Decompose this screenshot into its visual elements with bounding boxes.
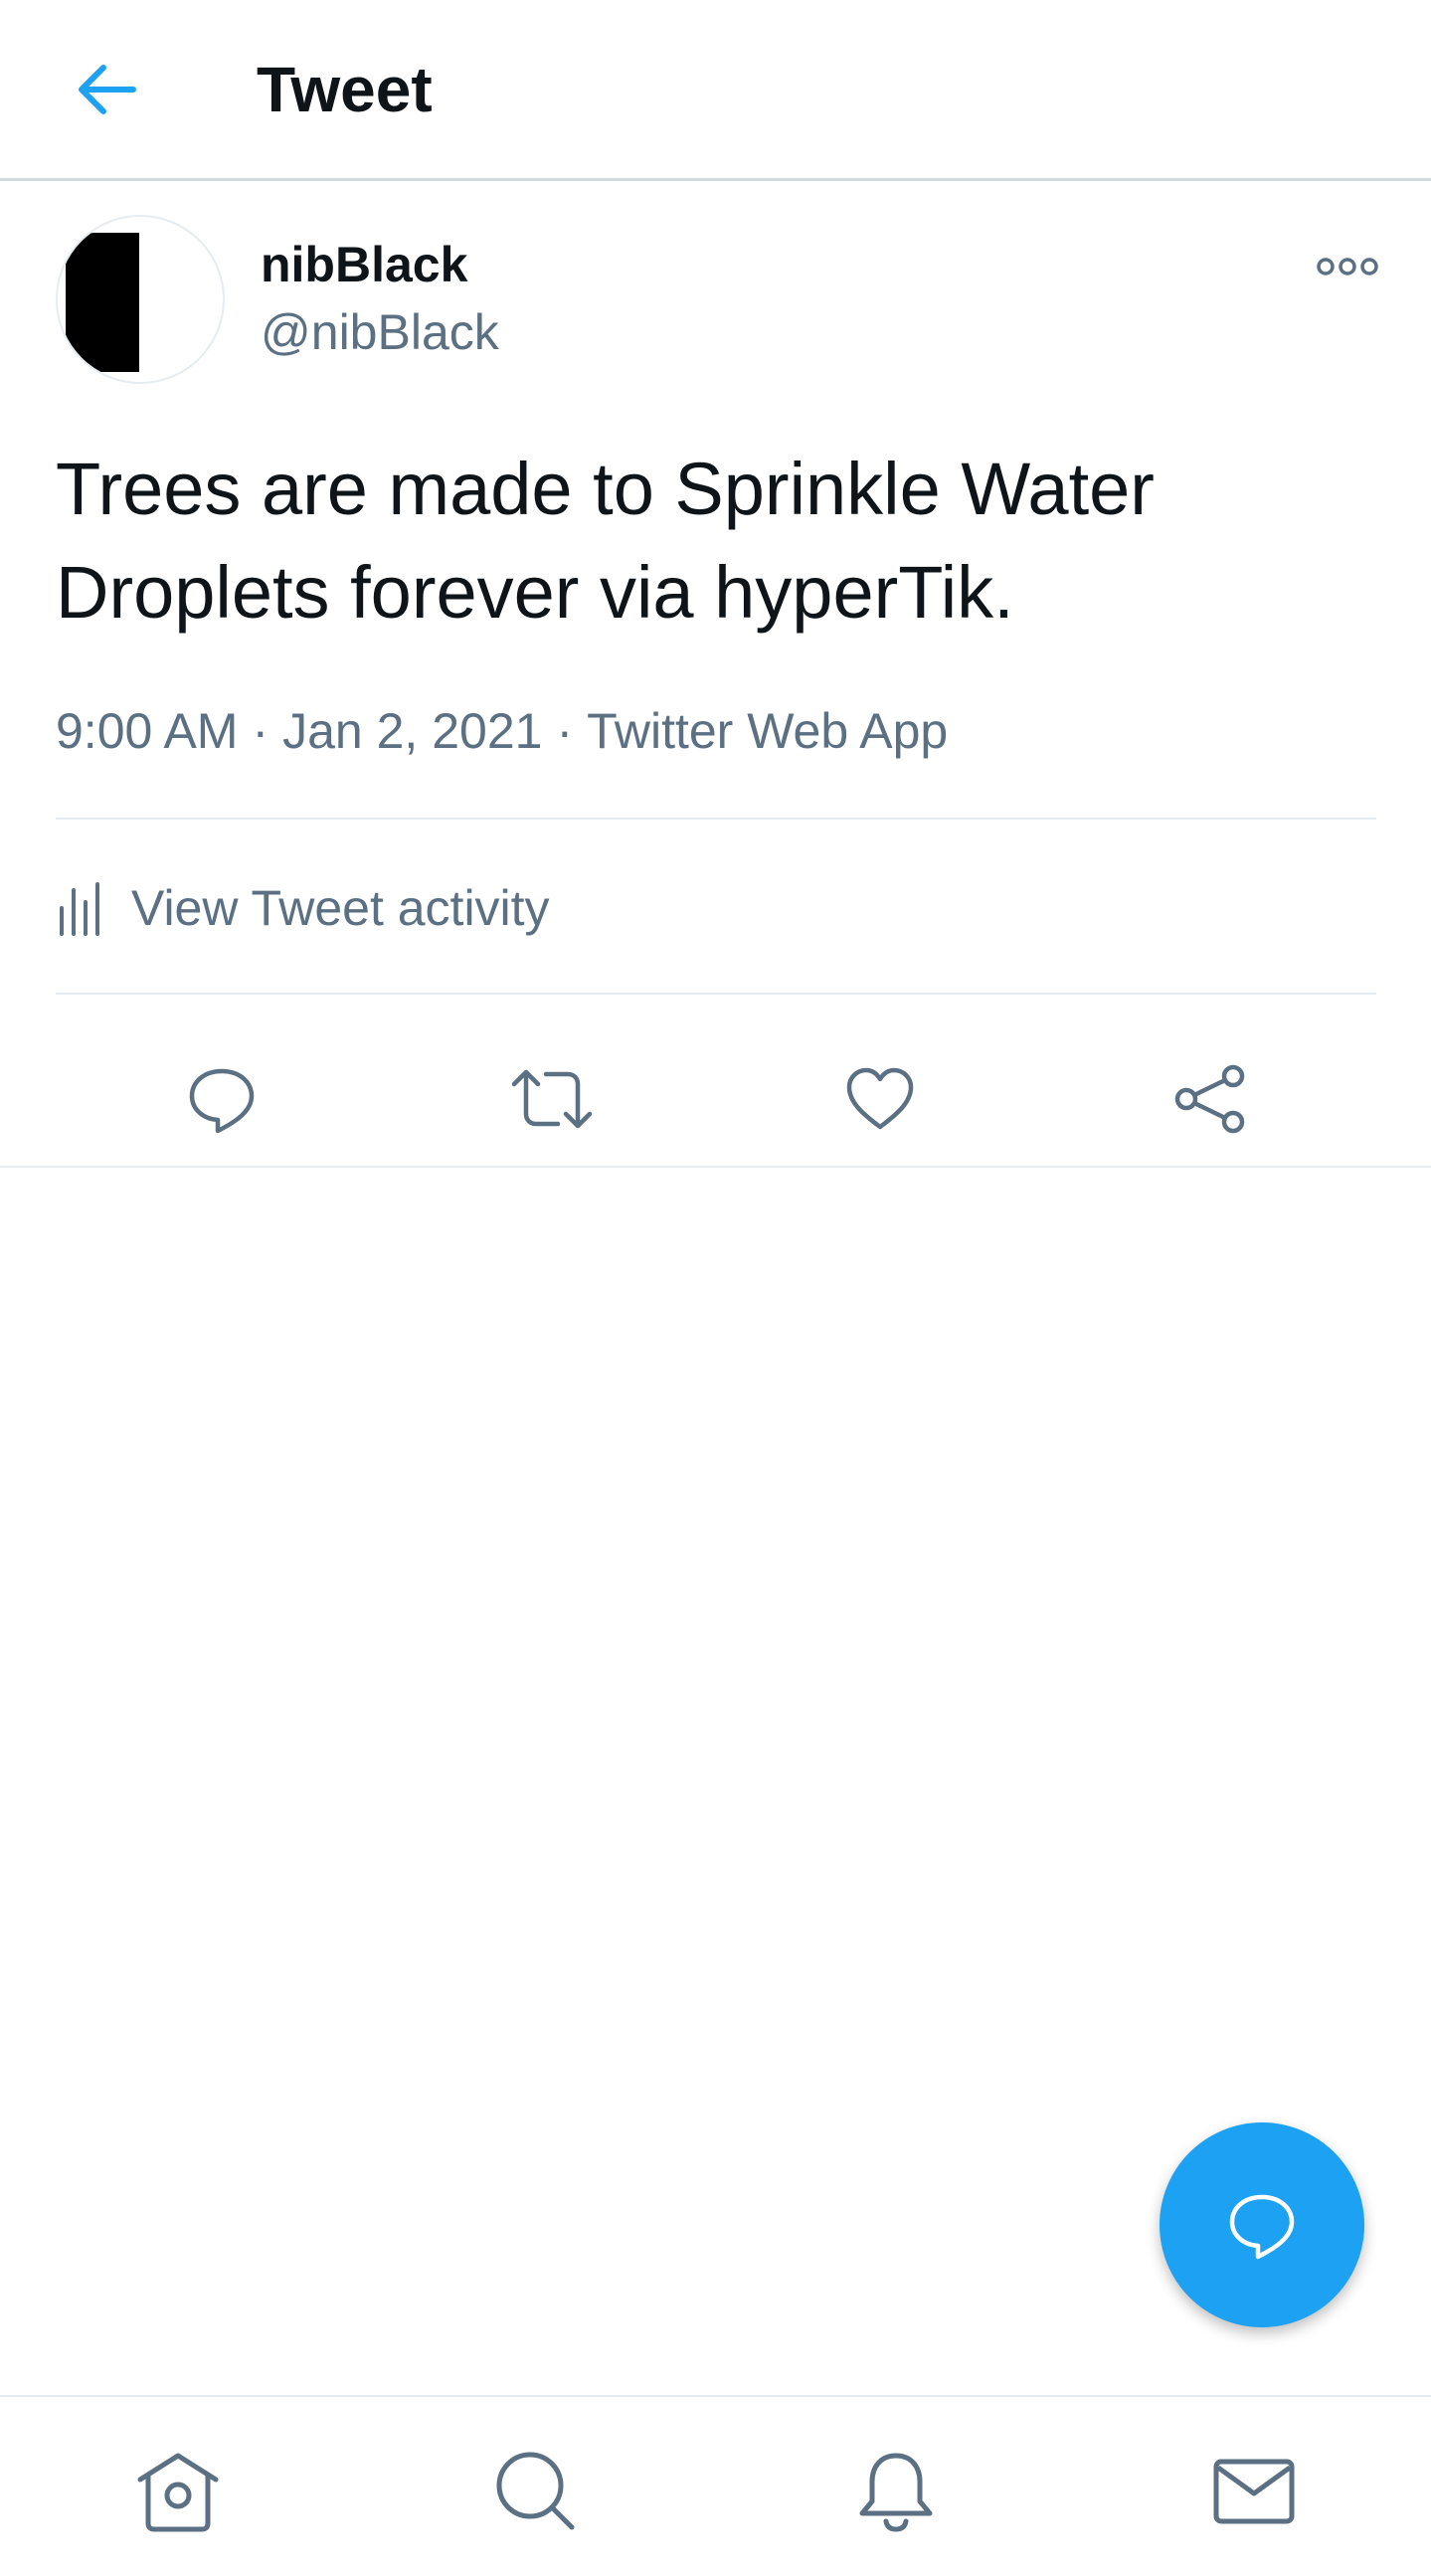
share-icon — [1174, 1064, 1245, 1134]
view-tweet-activity-label: View Tweet activity — [131, 880, 550, 936]
tweet-date[interactable]: Jan 2, 2021 — [282, 703, 542, 759]
bell-icon — [859, 2453, 933, 2532]
bar-chart-icon — [60, 882, 99, 936]
avatar-image — [66, 233, 139, 372]
arrow-left-icon — [79, 65, 136, 114]
nav-home[interactable] — [123, 2437, 233, 2546]
page-title: Tweet — [257, 54, 433, 125]
view-tweet-activity-button[interactable]: View Tweet activity — [56, 863, 550, 953]
nav-notifications[interactable] — [841, 2437, 951, 2546]
divider — [0, 1166, 1431, 1168]
nav-search[interactable] — [481, 2437, 591, 2546]
top-app-bar: Tweet — [0, 0, 1431, 181]
tweet-source[interactable]: Twitter Web App — [587, 703, 948, 759]
author-handle[interactable]: @nibBlack — [261, 302, 499, 362]
compose-reply-button[interactable] — [1160, 2122, 1364, 2327]
tweet-actions-bar — [0, 1034, 1431, 1164]
retweet-icon — [511, 1069, 593, 1129]
reply-button[interactable] — [167, 1044, 276, 1154]
bottom-navigation-bar — [0, 2395, 1431, 2576]
tweet-text: Trees are made to Sprinkle Water Droplet… — [56, 448, 1155, 634]
home-icon — [137, 2453, 219, 2532]
divider — [56, 818, 1376, 820]
back-button[interactable] — [56, 40, 155, 139]
meta-separator: · — [252, 703, 269, 759]
author-display-name[interactable]: nibBlack — [261, 235, 467, 294]
mail-icon — [1213, 2459, 1295, 2524]
search-icon — [496, 2452, 575, 2530]
like-button[interactable] — [825, 1044, 935, 1154]
compose-reply-icon — [1229, 2194, 1295, 2260]
meta-separator: · — [556, 703, 574, 759]
nav-messages[interactable] — [1199, 2437, 1309, 2546]
tweet-meta: 9:00 AM · Jan 2, 2021 · Twitter Web App — [56, 696, 948, 766]
heart-icon — [846, 1067, 914, 1130]
tweet-time[interactable]: 9:00 AM — [56, 703, 238, 759]
retweet-button[interactable] — [497, 1044, 607, 1154]
share-button[interactable] — [1156, 1044, 1265, 1154]
more-icon — [1317, 258, 1378, 276]
reply-icon — [189, 1068, 255, 1134]
more-options-button[interactable] — [1303, 237, 1392, 296]
avatar[interactable] — [56, 215, 225, 384]
divider — [56, 993, 1376, 995]
